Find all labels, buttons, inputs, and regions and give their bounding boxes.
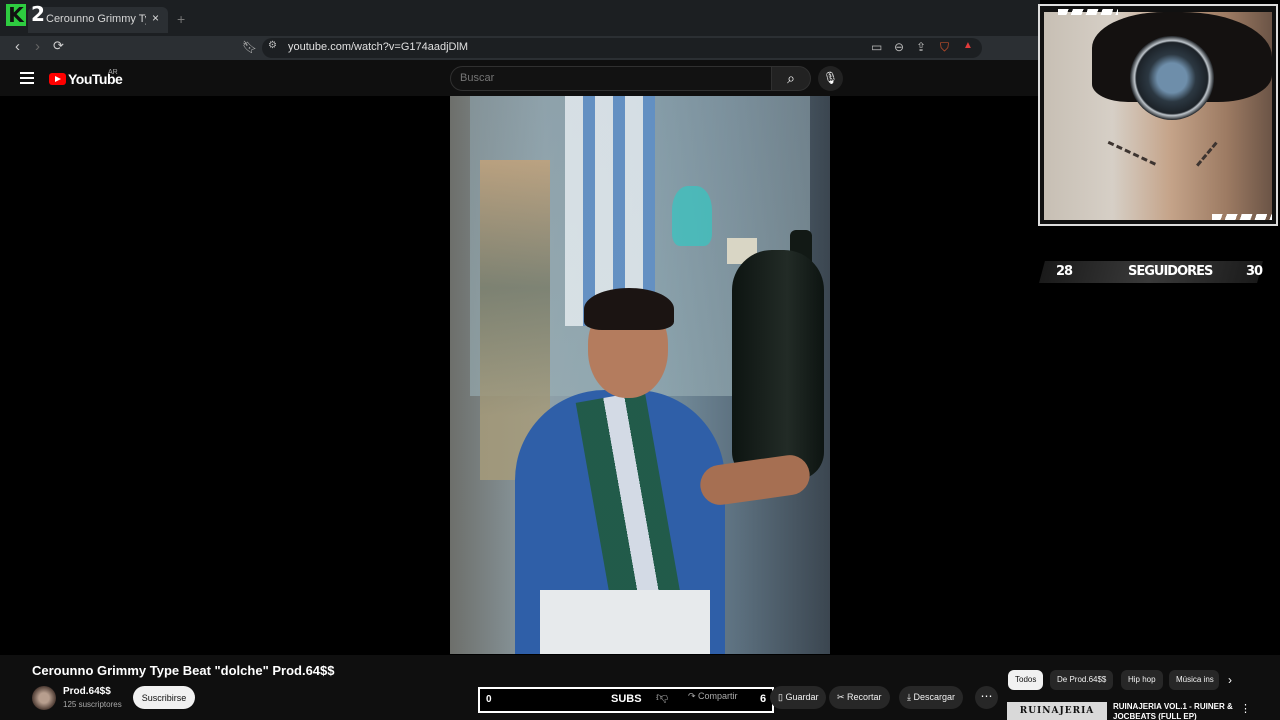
video-title: Cerounno Grimmy Type Beat "dolche" Prod.… [32, 663, 335, 678]
subscriber-count: 125 suscriptores [63, 700, 122, 709]
webcam-deco-stripes [1212, 214, 1272, 220]
share-button[interactable]: ↷ Compartir [688, 691, 738, 702]
site-info-icon[interactable]: ⚙︎ [268, 40, 277, 51]
tab-close-icon[interactable]: × [152, 11, 159, 25]
more-vertical-icon[interactable]: ⋮ [1240, 702, 1251, 715]
video-person-hair [584, 288, 674, 330]
share-icon: ↷ [688, 691, 699, 701]
headphone-icon [1130, 36, 1214, 120]
channel-name[interactable]: Prod.64$$ [63, 686, 111, 697]
bookmark-icon[interactable]: 🔖︎ [242, 40, 257, 54]
chip-hip-hop[interactable]: Hip hop [1121, 670, 1163, 690]
webcam-deco-stripes [1058, 9, 1118, 15]
video-watermark-rabbit [672, 186, 712, 246]
forward-icon[interactable]: › [35, 38, 40, 55]
save-label: Guardar [785, 692, 819, 702]
brave-shield-icon[interactable]: ⛉ [940, 40, 949, 55]
url-text[interactable]: youtube.com/watch?v=G174aadjDlM [288, 41, 468, 53]
scissors-icon: ✂ [837, 692, 848, 702]
search-icon: ⌕ [787, 70, 795, 86]
menu-icon[interactable] [20, 72, 34, 84]
dislike-icon[interactable]: 👎︎ [656, 690, 668, 705]
reload-icon[interactable]: ⟳ [53, 38, 64, 54]
zoom-icon[interactable]: ⊖ [894, 40, 904, 54]
clip-button[interactable]: ✂ Recortar [829, 686, 890, 709]
overlay-number: 2 [31, 2, 45, 26]
rewards-icon[interactable]: ▲ [963, 40, 973, 51]
cast-icon[interactable]: ▭ [871, 40, 882, 54]
followers-label: SEGUIDORES [1128, 264, 1213, 279]
voice-search-button[interactable]: 🎙︎ [818, 66, 843, 91]
download-label: Descargar [913, 692, 955, 702]
recommendation-title[interactable]: RUINAJERIA VOL.1 - RUINER & JOCBEATS (FU… [1113, 702, 1233, 720]
tab-title[interactable]: Cerounno Grimmy Type Beat [46, 13, 146, 25]
clip-label: Recortar [847, 692, 882, 702]
more-actions-button[interactable]: ⋯ [975, 686, 998, 709]
kick-logo: K [6, 4, 26, 26]
subs-goal-current: 0 [486, 694, 492, 705]
search-input[interactable] [460, 72, 760, 84]
subs-goal-target: 6 [760, 693, 767, 705]
followers-current: 28 [1056, 264, 1073, 279]
chip-todos[interactable]: Todos [1008, 670, 1044, 690]
microphone-icon: 🎙︎ [822, 71, 839, 85]
followers-goal: 30 [1246, 264, 1263, 279]
search-button[interactable]: ⌕ [771, 66, 811, 91]
youtube-play-icon [55, 76, 61, 82]
download-button[interactable]: ⤓ Descargar [899, 686, 963, 709]
chip-channel[interactable]: De Prod.64$$ [1050, 670, 1114, 690]
new-tab-icon[interactable]: + [177, 11, 185, 27]
back-icon[interactable]: ‹ [15, 38, 20, 55]
share-page-icon[interactable]: ⇪ [916, 40, 926, 54]
video-bottle [732, 250, 824, 480]
share-label: Compartir [698, 691, 738, 701]
video-shorts [540, 590, 710, 654]
save-button[interactable]: ▯ Guardar [770, 686, 827, 709]
recommendation-thumbnail[interactable]: RUINAJERIA [1007, 702, 1107, 720]
chip-musica[interactable]: Música ins [1169, 670, 1219, 690]
channel-avatar[interactable] [32, 686, 56, 710]
subscribe-button[interactable]: Suscribirse [133, 686, 195, 709]
subs-goal-label: SUBS [611, 693, 642, 705]
country-code: AR [108, 69, 118, 76]
chevron-right-icon[interactable]: › [1228, 673, 1232, 687]
